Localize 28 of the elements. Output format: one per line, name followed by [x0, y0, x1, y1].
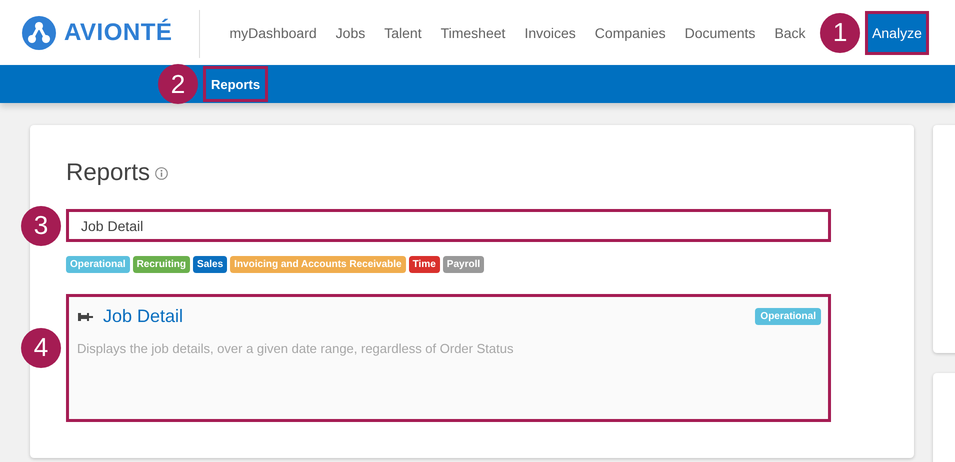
- nav-tab[interactable]: Back: [764, 10, 816, 54]
- nav-tab[interactable]: Talent: [374, 10, 432, 54]
- category-tag[interactable]: Sales: [193, 256, 228, 273]
- pin-icon[interactable]: [77, 312, 94, 322]
- report-result-card[interactable]: Job Detail Operational Displays the job details, over a given date range, regardless of Order Status: [66, 294, 831, 422]
- nav-tab[interactable]: Analyze: [865, 10, 929, 54]
- callout-number: 4: [21, 328, 61, 368]
- report-description: Displays the job details, over a given date range, regardless of Order Status: [77, 341, 514, 356]
- category-tag[interactable]: Time: [408, 256, 440, 273]
- nav-tab[interactable]: Invoices: [514, 10, 586, 54]
- nav-tab[interactable]: Jobs: [326, 10, 375, 54]
- page-title: Reports: [66, 159, 150, 187]
- nav-tab[interactable]: myDashboard: [220, 10, 326, 54]
- brand-name: AVIONTÉ: [64, 18, 172, 46]
- category-tag[interactable]: Payroll: [442, 256, 484, 273]
- callout-number: 3: [21, 206, 61, 246]
- nav-tab[interactable]: Timesheet: [431, 10, 515, 54]
- subnav-tab[interactable]: Reports: [203, 66, 268, 102]
- callout-number: 2: [158, 64, 198, 104]
- report-title[interactable]: Job Detail: [103, 306, 184, 327]
- search-field[interactable]: Job Detail: [66, 209, 831, 242]
- logo-icon: [22, 16, 56, 50]
- nav-tab[interactable]: Documents: [675, 10, 765, 54]
- callout-number: 1: [820, 12, 860, 52]
- category-tag: Operational: [755, 308, 821, 325]
- info-icon[interactable]: [155, 166, 168, 180]
- category-tag[interactable]: Recruiting: [132, 256, 190, 273]
- nav-tab[interactable]: Companies: [585, 10, 676, 54]
